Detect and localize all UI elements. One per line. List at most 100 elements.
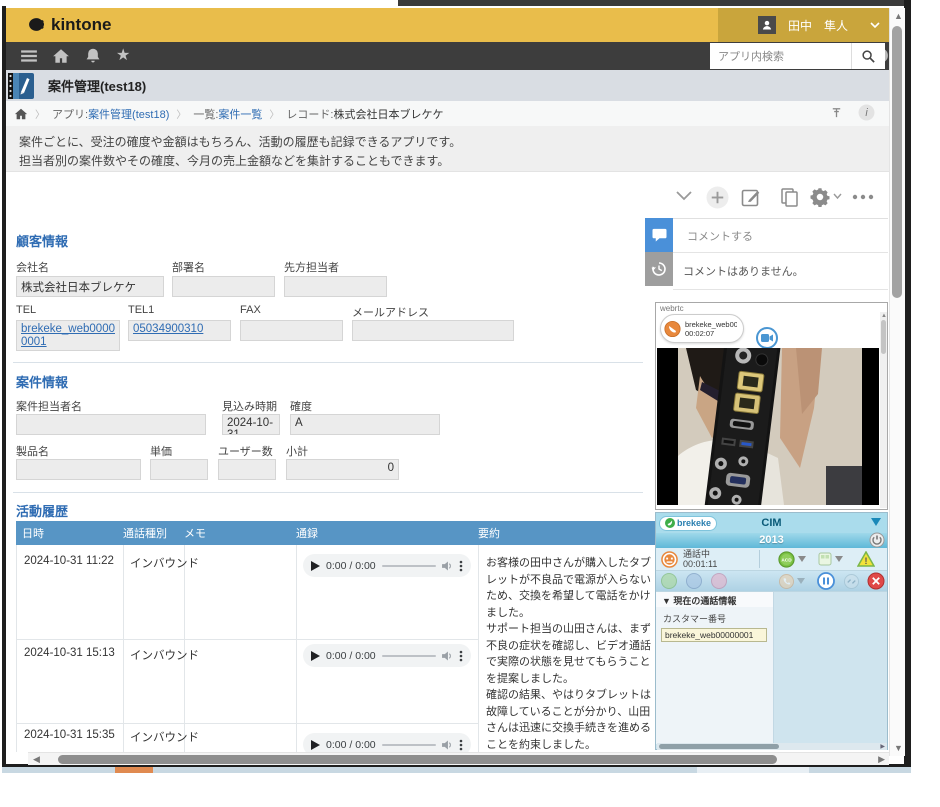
queue-monitor-button[interactable] <box>818 552 832 566</box>
status-divider <box>759 550 760 568</box>
tel1-link[interactable]: 05034900310 <box>133 323 203 335</box>
play-icon[interactable] <box>311 651 320 661</box>
webrtc-window: webrtc brekeke_web0000 00:02:07 ▣ ▲ <box>655 302 888 510</box>
info-icon[interactable]: i <box>858 104 875 121</box>
section-divider <box>13 362 643 363</box>
kintone-logo[interactable]: kintone <box>28 15 111 35</box>
video-camera-button[interactable] <box>756 327 778 349</box>
collapse-chevron-icon[interactable] <box>675 190 693 202</box>
svg-text:!: ! <box>865 556 868 566</box>
audio-player[interactable]: 0:00 / 0:00 <box>303 644 471 667</box>
hamburger-menu-icon[interactable] <box>20 47 38 65</box>
active-call-pill[interactable]: brekeke_web0000 00:02:07 <box>660 314 744 343</box>
edit-record-button[interactable] <box>741 187 761 207</box>
hangup-button[interactable] <box>867 572 885 590</box>
company-label: 会社名 <box>16 259 49 275</box>
status-away-icon[interactable] <box>686 573 702 589</box>
window-frame-top <box>398 0 904 6</box>
power-button[interactable] <box>869 532 885 548</box>
table-left-line <box>16 545 17 752</box>
call-status-text: 通話中 <box>683 549 717 559</box>
play-icon[interactable] <box>311 561 320 571</box>
breadcrumb-record: 株式会社日本ブレケケ <box>333 106 443 122</box>
volume-icon[interactable] <box>442 740 453 750</box>
user-count-field <box>218 459 276 480</box>
case-owner-field <box>16 414 206 435</box>
webrtc-scrollbar[interactable]: ▲ <box>880 312 887 508</box>
description-line-2: 担当者別の案件数やその確度、今月の売上金額などを集計することもできます。 <box>19 152 890 171</box>
col-header-summary: 要約 <box>478 525 500 541</box>
dial-phone-button[interactable] <box>779 574 794 589</box>
play-icon[interactable] <box>311 740 320 750</box>
record-settings-gear-button[interactable] <box>810 187 830 207</box>
app-search-input[interactable]: アプリ内検索 <box>710 43 851 69</box>
player-menu-icon[interactable] <box>459 650 463 662</box>
taskbar-strip <box>2 767 911 773</box>
scroll-up-button[interactable]: ▲ <box>894 12 903 21</box>
page-horizontal-scrollbar[interactable]: ◀ ▶ <box>28 752 889 765</box>
page-vertical-scrollbar[interactable]: ▲ ▼ <box>889 8 905 756</box>
scroll-left-button[interactable]: ◀ <box>33 755 40 764</box>
unit-price-field <box>150 459 208 480</box>
history-clock-icon <box>651 261 667 277</box>
acd-chevron-icon[interactable] <box>798 556 806 562</box>
player-seekbar[interactable] <box>382 565 436 567</box>
user-menu[interactable]: 田中 隼人 <box>718 8 890 42</box>
notification-bell-icon[interactable] <box>84 47 102 65</box>
audio-player[interactable]: 0:00 / 0:00 <box>303 554 471 577</box>
breadcrumb-home-icon[interactable] <box>14 107 28 121</box>
customer-number-field[interactable]: brekeke_web00000001 <box>661 628 767 642</box>
breadcrumb-separator: 〉 <box>269 106 279 121</box>
player-menu-icon[interactable] <box>459 739 463 751</box>
agent-status-icon[interactable] <box>661 551 678 568</box>
history-tab[interactable] <box>645 252 673 286</box>
description-line-1: 案件ごとに、受注の確度や金額はもちろん、活動の履歴も記録できるアプリです。 <box>19 133 890 152</box>
dial-chevron-icon[interactable] <box>797 578 805 584</box>
cim-scrollbar[interactable]: ▶ <box>657 743 887 750</box>
product-label: 製品名 <box>16 443 49 459</box>
horizontal-scroll-thumb[interactable] <box>58 755 777 764</box>
breadcrumb-list-link[interactable]: 案件一覧 <box>218 106 262 122</box>
cim-collapse-chevron-icon[interactable] <box>871 518 881 526</box>
duplicate-record-button[interactable] <box>780 187 799 207</box>
volume-icon[interactable] <box>442 561 453 571</box>
camera-icon <box>761 334 773 342</box>
pin-icon[interactable] <box>830 106 843 119</box>
comment-empty-text: コメントはありません。 <box>683 263 804 279</box>
search-button[interactable] <box>851 43 885 69</box>
volume-icon[interactable] <box>442 651 453 661</box>
status-available-icon[interactable] <box>661 573 677 589</box>
warning-triangle-icon[interactable]: ! <box>857 551 875 567</box>
more-options-button[interactable] <box>852 194 874 200</box>
player-seekbar[interactable] <box>382 655 436 657</box>
cim-panel: brekeke CIM 2013 通話中 00:01:11 ACD <box>655 512 888 750</box>
user-avatar <box>758 16 776 34</box>
home-icon[interactable] <box>52 47 70 65</box>
vertical-scroll-thumb[interactable] <box>892 26 902 298</box>
player-seekbar[interactable] <box>382 744 436 746</box>
tel-link[interactable]: brekeke_web00000001 <box>21 323 115 349</box>
table-row-line <box>16 723 478 724</box>
webrtc-window-title: webrtc <box>660 304 887 313</box>
breadcrumb-list-prefix: 一覧: <box>193 106 218 122</box>
acd-status-button[interactable]: ACD <box>778 551 795 568</box>
hold-pause-button[interactable] <box>817 572 835 590</box>
breadcrumb-app-link[interactable]: 案件管理(test18) <box>88 106 169 122</box>
scroll-down-button[interactable]: ▼ <box>894 744 903 753</box>
player-menu-icon[interactable] <box>459 560 463 572</box>
user-name: 田中 隼人 <box>788 17 848 34</box>
unit-price-label: 単価 <box>150 443 172 459</box>
transfer-button[interactable] <box>844 574 859 589</box>
status-busy-icon[interactable] <box>711 573 727 589</box>
comment-input[interactable]: コメントする <box>673 219 888 253</box>
comment-tab[interactable] <box>645 218 673 252</box>
scroll-right-button[interactable]: ▶ <box>878 755 885 764</box>
breadcrumb-separator: 〉 <box>176 106 186 121</box>
add-record-button[interactable] <box>706 186 729 209</box>
cim-scroll-thumb[interactable] <box>659 744 779 749</box>
gear-chevron-down-icon[interactable] <box>833 193 842 200</box>
webrtc-scroll-thumb[interactable] <box>881 320 886 354</box>
queue-chevron-icon[interactable] <box>835 556 843 562</box>
favorites-star-icon[interactable]: ★ <box>116 47 130 65</box>
cim-scroll-right-arrow[interactable]: ▶ <box>880 743 885 752</box>
